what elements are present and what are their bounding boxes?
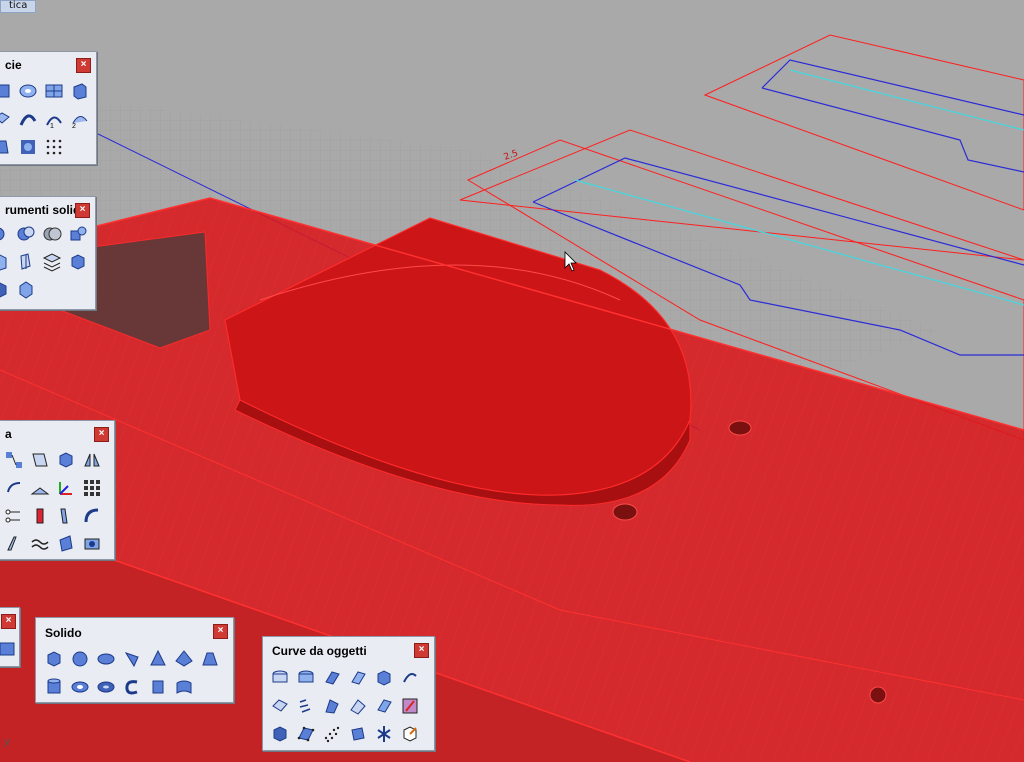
surface-points-icon[interactable] (295, 723, 317, 745)
panel-trasforma[interactable]: a × (0, 420, 115, 560)
panel-curve-da-oggetti[interactable]: Curve da oggetti × (262, 636, 435, 751)
boolean-intersection-icon[interactable] (41, 223, 63, 245)
panel-title: a (5, 427, 12, 441)
panel-strumenti-solidi[interactable]: rumenti solidi × (0, 196, 96, 310)
close-button[interactable]: × (213, 624, 228, 639)
cross-section-icon[interactable] (373, 723, 395, 745)
extract-points-icon[interactable] (269, 723, 291, 745)
copy-icon[interactable] (29, 449, 51, 471)
panel-title: Curve da oggetti (272, 644, 367, 658)
pipe-icon[interactable] (121, 676, 143, 698)
layer-solids-icon[interactable] (41, 251, 63, 273)
orient-icon[interactable] (29, 477, 51, 499)
revolve-surface-icon[interactable] (0, 136, 13, 158)
grid-surface-icon[interactable] (43, 80, 65, 102)
torus-icon[interactable] (95, 676, 117, 698)
array-icon[interactable] (81, 477, 103, 499)
gumball-axes-icon[interactable] (55, 477, 77, 499)
intersect-icon[interactable] (347, 695, 369, 717)
section-icon[interactable] (321, 695, 343, 717)
close-button[interactable]: × (75, 203, 90, 218)
ellipsoid-icon[interactable] (95, 648, 117, 670)
svg-text:1: 1 (50, 123, 54, 129)
taper-icon[interactable] (3, 533, 25, 555)
boolean-split-icon[interactable] (67, 223, 89, 245)
panel-title: rumenti solidi (5, 203, 84, 217)
set-points-icon[interactable] (29, 505, 51, 527)
move-icon[interactable] (3, 449, 25, 471)
twist-icon[interactable] (55, 505, 77, 527)
close-button[interactable]: × (94, 427, 109, 442)
tube-icon[interactable] (69, 676, 91, 698)
panel-solido[interactable]: Solido × (35, 617, 234, 703)
offset-solid-icon[interactable] (0, 279, 11, 301)
box-icon[interactable] (43, 648, 65, 670)
bounding-box-icon[interactable] (399, 723, 421, 745)
flow-icon[interactable] (29, 533, 51, 555)
boolean-difference-icon[interactable] (15, 223, 37, 245)
patch-surface-icon[interactable] (17, 136, 39, 158)
mirror-icon[interactable] (81, 449, 103, 471)
pull-curve-icon[interactable] (295, 667, 317, 689)
contour-icon[interactable] (295, 695, 317, 717)
sweep-surface-icon[interactable] (17, 108, 39, 130)
bend-icon[interactable] (81, 505, 103, 527)
close-button[interactable]: × (76, 58, 91, 73)
rail-sweep-icon[interactable]: 1 (43, 108, 65, 130)
plane-surface-icon[interactable] (0, 80, 13, 102)
wire-cut-icon[interactable] (15, 251, 37, 273)
disk-surface-icon[interactable] (17, 80, 39, 102)
rectangle-icon[interactable] (0, 638, 17, 660)
duplicate-border-icon[interactable] (347, 667, 369, 689)
smash-icon[interactable] (55, 533, 77, 555)
create-uv-curves-icon[interactable] (399, 695, 421, 717)
silhouette-icon[interactable] (269, 695, 291, 717)
sphere-icon[interactable] (69, 648, 91, 670)
extract-curve-icon[interactable] (373, 695, 395, 717)
extract-isocurve-icon[interactable] (399, 667, 421, 689)
extract-wireframe-icon[interactable] (373, 667, 395, 689)
pyramid-icon[interactable] (173, 648, 195, 670)
panel-superficie[interactable]: cie × 1 2 (0, 51, 97, 165)
solid-box-icon[interactable] (67, 251, 89, 273)
project-curve-icon[interactable] (269, 667, 291, 689)
cone-icon[interactable] (147, 648, 169, 670)
svg-text:2: 2 (72, 123, 76, 129)
panel-title: cie (5, 58, 22, 72)
axis-label: y (4, 735, 11, 748)
extrude-surface-icon[interactable] (69, 80, 91, 102)
cylinder-icon[interactable] (43, 676, 65, 698)
extrude-solid-icon[interactable] (147, 676, 169, 698)
align-icon[interactable] (3, 505, 25, 527)
split-edge-icon[interactable] (347, 723, 369, 745)
paraboloid-icon[interactable] (121, 648, 143, 670)
window-tab[interactable]: tica (0, 0, 37, 13)
extract-surface-icon[interactable] (0, 251, 11, 273)
point-cloud-icon[interactable] (321, 723, 343, 745)
rotate-icon[interactable] (3, 477, 25, 499)
point-grid-icon[interactable] (43, 136, 65, 158)
loft-surface-icon[interactable] (0, 108, 13, 130)
cage-edit-icon[interactable] (81, 533, 103, 555)
two-rail-sweep-icon[interactable]: 2 (69, 108, 91, 130)
duplicate-edge-icon[interactable] (321, 667, 343, 689)
close-button[interactable]: × (1, 614, 16, 629)
cap-solid-icon[interactable] (15, 279, 37, 301)
truncated-cone-icon[interactable] (199, 648, 221, 670)
close-button[interactable]: × (414, 643, 429, 658)
scale-icon[interactable] (55, 449, 77, 471)
boolean-union-icon[interactable] (0, 223, 11, 245)
panel-title: Solido (45, 626, 82, 640)
solid-surface-icon[interactable] (173, 676, 195, 698)
panel-small[interactable]: × (0, 607, 20, 667)
